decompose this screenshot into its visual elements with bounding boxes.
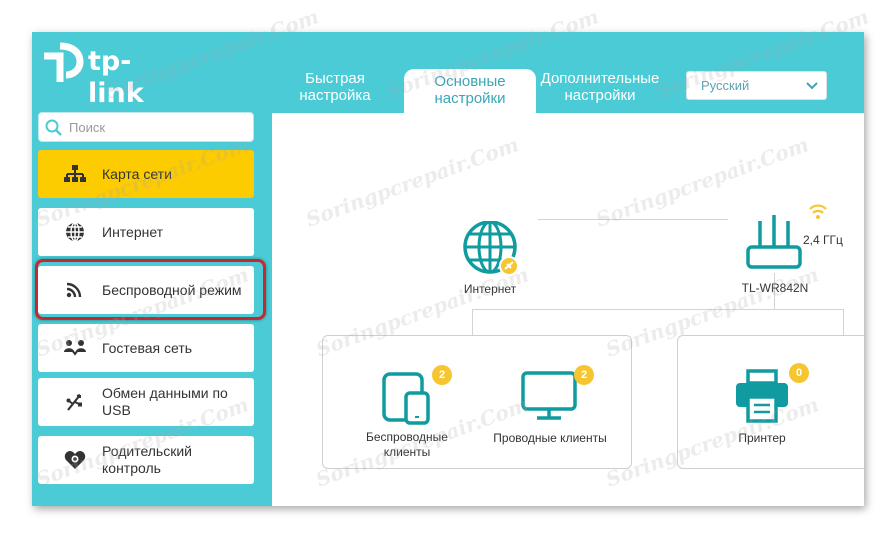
sidebar-item-guest-network[interactable]: Гостевая сеть xyxy=(38,324,254,372)
wireless-icon xyxy=(66,282,82,298)
sidebar-item-label: Обмен данными по USB xyxy=(102,385,228,418)
tp-link-logo-mark xyxy=(44,42,84,82)
sidebar-item-label: Беспроводной режим xyxy=(102,281,242,298)
tab-label-line2: настройки xyxy=(564,87,636,104)
network-map-panel: Интернет 2,4 ГГц TL-WR842N 2 Беспроводны… xyxy=(272,113,864,506)
router-admin-window: tp-link Быстрая настройка Основные настр… xyxy=(32,32,864,506)
guest-network-icon xyxy=(64,340,86,356)
wifi-status-icon xyxy=(809,204,827,219)
wireless-clients-label-line2: клиенты xyxy=(383,445,431,459)
tab-label-line2: настройка xyxy=(299,87,371,104)
search-icon xyxy=(45,119,62,136)
wireless-clients-node[interactable] xyxy=(382,371,432,425)
sidebar-item-network-map[interactable]: Карта сети xyxy=(38,150,254,198)
router-band-label: 2,4 ГГц xyxy=(803,233,843,247)
tab-label-line1: Дополнительные xyxy=(540,70,660,87)
language-select[interactable]: Русский xyxy=(686,71,827,100)
network-map-icon xyxy=(64,165,86,182)
sidebar-item-label: Интернет xyxy=(102,223,164,240)
connector-line xyxy=(472,309,473,335)
sidebar-item-label: Карта сети xyxy=(102,165,172,182)
tab-quick-setup[interactable]: Быстрая настройка xyxy=(280,70,390,104)
chevron-down-icon xyxy=(806,82,818,90)
language-selected-value: Русский xyxy=(701,78,750,93)
wired-clients-label: Проводные клиенты xyxy=(493,431,607,445)
monitor-icon xyxy=(521,371,577,420)
printer-count-badge: 0 xyxy=(789,363,809,383)
router-model-label: TL-WR842N xyxy=(741,281,809,295)
wireless-clients-label: Беспроводные клиенты xyxy=(352,430,462,460)
printer-label: Принтер xyxy=(738,431,786,445)
sidebar-item-wireless[interactable]: Беспроводной режим xyxy=(38,266,254,314)
globe-icon xyxy=(66,222,84,242)
router-node[interactable] xyxy=(746,209,804,269)
logo-text: tp-link xyxy=(88,46,144,109)
tp-link-logo: tp-link xyxy=(36,42,176,109)
connector-line xyxy=(843,309,844,335)
wired-clients-node[interactable] xyxy=(521,371,579,421)
router-icon xyxy=(746,215,802,269)
search-input[interactable] xyxy=(69,117,245,137)
printer-node[interactable] xyxy=(734,369,790,423)
tablet-phone-icon xyxy=(382,372,430,425)
connector-line xyxy=(472,309,844,310)
parental-control-icon xyxy=(64,451,86,469)
search-box xyxy=(38,112,254,142)
wired-clients-count-badge: 2 xyxy=(574,365,594,385)
tab-advanced-settings[interactable]: Дополнительные настройки xyxy=(530,70,670,104)
sidebar-item-label: Гостевая сеть xyxy=(102,339,193,356)
printer-icon xyxy=(736,369,788,423)
sidebar-item-internet[interactable]: Интернет xyxy=(38,208,254,256)
tab-label-line1: Быстрая xyxy=(305,70,365,87)
sidebar-item-usb-sharing[interactable]: Обмен данными по USB xyxy=(38,378,254,426)
sidebar-item-label: Родительский контроль xyxy=(102,443,192,476)
sidebar-item-parental-control[interactable]: Родительский контроль xyxy=(38,436,254,484)
globe-icon xyxy=(463,221,519,276)
tab-label-line2: настройки xyxy=(434,90,506,107)
internet-label: Интернет xyxy=(463,282,517,296)
usb-icon xyxy=(66,394,82,411)
tab-label-line1: Основные xyxy=(434,73,506,90)
connector-line xyxy=(538,219,728,220)
wireless-clients-count-badge: 2 xyxy=(432,365,452,385)
wireless-clients-label-line1: Беспроводные xyxy=(366,430,448,444)
tab-basic-settings[interactable]: Основные настройки xyxy=(404,69,536,113)
